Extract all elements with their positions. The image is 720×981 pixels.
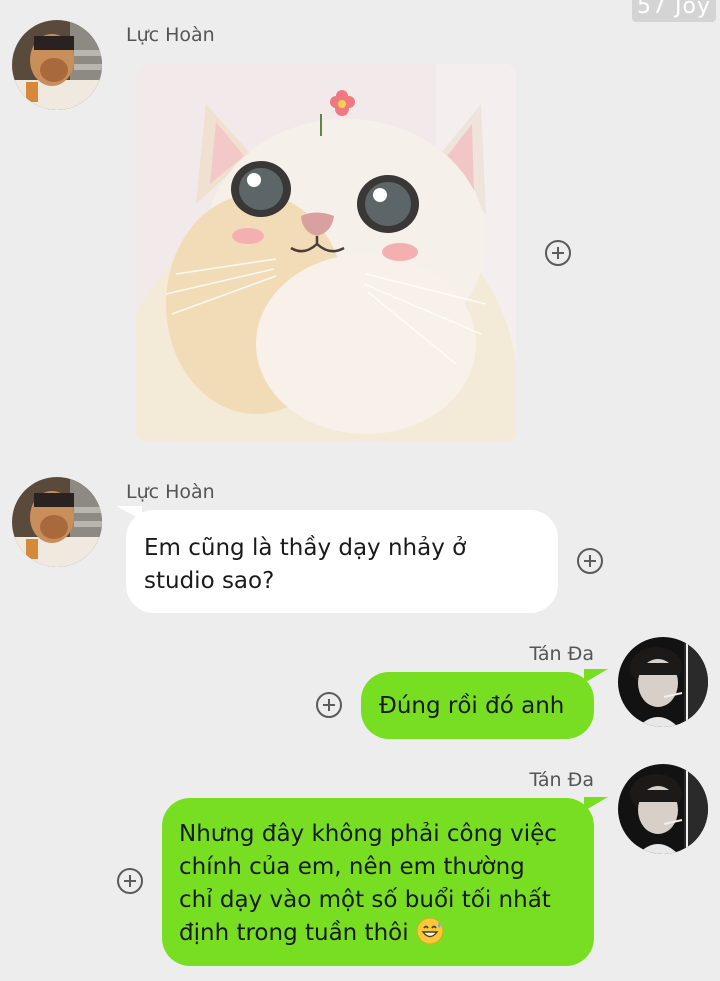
message-bubble[interactable]: Đúng rồi đó anh [361, 672, 594, 739]
sender-name: Lực Hoàn [126, 24, 215, 46]
add-reaction-button[interactable] [545, 240, 571, 266]
message-line: Nhưng đây không phải công việc [179, 821, 557, 847]
grinning-sweat-emoji [416, 917, 444, 945]
avatar-tan-da[interactable] [618, 637, 708, 727]
add-reaction-button[interactable] [577, 548, 603, 574]
message-line-with-emoji: định trong tuần thôi [179, 917, 594, 950]
watermark: 57 Joy [632, 0, 716, 22]
message-line: định trong tuần thôi [179, 920, 409, 946]
message-line: studio sao? [144, 568, 275, 594]
add-reaction-button[interactable] [316, 692, 342, 718]
add-reaction-button[interactable] [117, 868, 143, 894]
message-bubble[interactable]: Em cũng là thầy dạy nhảy ở studio sao? [126, 510, 558, 613]
sender-name: Lực Hoàn [126, 481, 215, 503]
message-line: Em cũng là thầy dạy nhảy ở [144, 535, 467, 561]
avatar-tan-da[interactable] [618, 764, 708, 854]
avatar-luc-hoan[interactable] [12, 20, 102, 110]
message-bubble[interactable]: Nhưng đây không phải công việc chính của… [162, 798, 594, 966]
sender-name: Tán Đa [529, 643, 594, 665]
cat-sticker[interactable] [136, 64, 516, 442]
message-line: chỉ dạy vào một số buổi tối nhất [179, 887, 551, 913]
avatar-luc-hoan[interactable] [12, 477, 102, 567]
message-line: Đúng rồi đó anh [379, 693, 565, 719]
sender-name: Tán Đa [529, 769, 594, 791]
message-line: chính của em, nên em thường [179, 854, 525, 880]
bubble-tail [584, 669, 608, 683]
